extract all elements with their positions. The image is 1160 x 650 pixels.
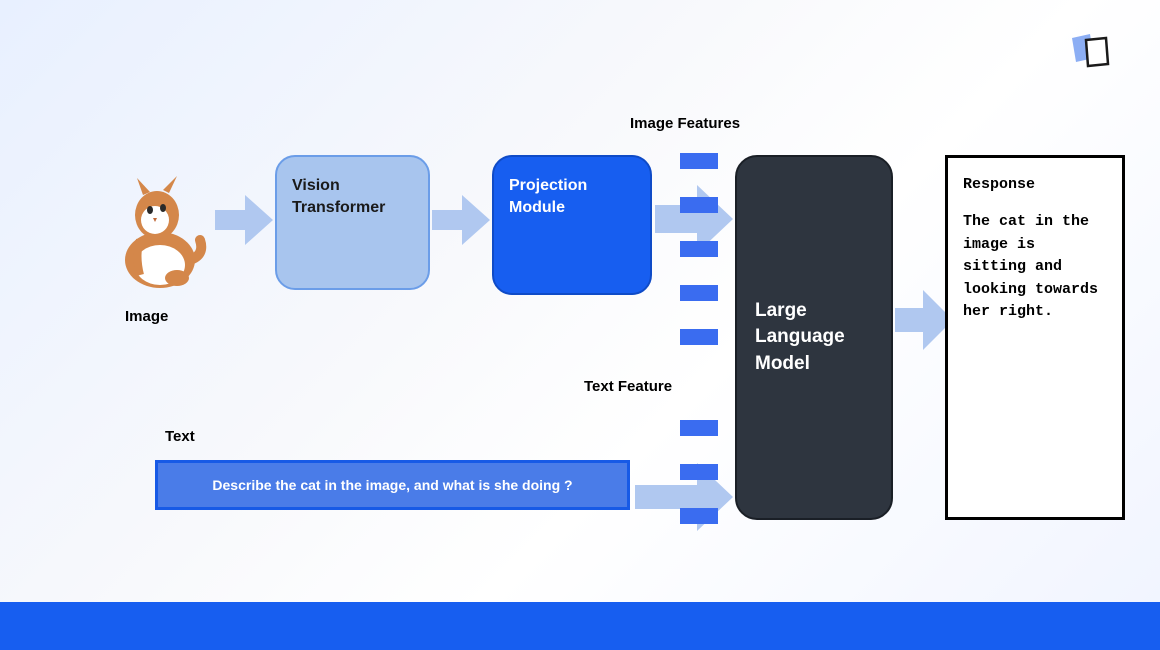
image-token: [680, 241, 718, 257]
response-box: Response The cat in the image is sitting…: [945, 155, 1125, 520]
image-label: Image: [125, 308, 168, 325]
input-image: [105, 160, 215, 290]
image-features-label: Image Features: [630, 115, 740, 132]
text-label: Text: [165, 428, 195, 445]
projection-module-box: Projection Module: [492, 155, 652, 295]
image-token: [680, 153, 718, 169]
arrow-vision-to-projection: [432, 195, 492, 250]
text-token: [680, 508, 718, 524]
arrow-image-to-vision: [215, 195, 275, 250]
image-token: [680, 197, 718, 213]
image-feature-tokens: [680, 153, 718, 345]
image-token: [680, 329, 718, 345]
bottom-bar: [0, 602, 1160, 650]
response-text: The cat in the image is sitting and look…: [963, 211, 1107, 324]
vision-transformer-box: Vision Transformer: [275, 155, 430, 290]
text-feature-label: Text Feature: [584, 378, 672, 395]
app-logo: [1060, 30, 1120, 85]
projection-module-label: Projection Module: [509, 175, 635, 220]
vision-transformer-label: Vision Transformer: [292, 175, 413, 220]
text-prompt-box: Describe the cat in the image, and what …: [155, 460, 630, 510]
text-token: [680, 420, 718, 436]
llm-label: Large Language Model: [755, 298, 873, 378]
response-title: Response: [963, 176, 1107, 193]
text-feature-tokens: [680, 420, 718, 524]
text-token: [680, 464, 718, 480]
text-prompt: Describe the cat in the image, and what …: [212, 477, 572, 493]
llm-box: Large Language Model: [735, 155, 893, 520]
image-token: [680, 285, 718, 301]
